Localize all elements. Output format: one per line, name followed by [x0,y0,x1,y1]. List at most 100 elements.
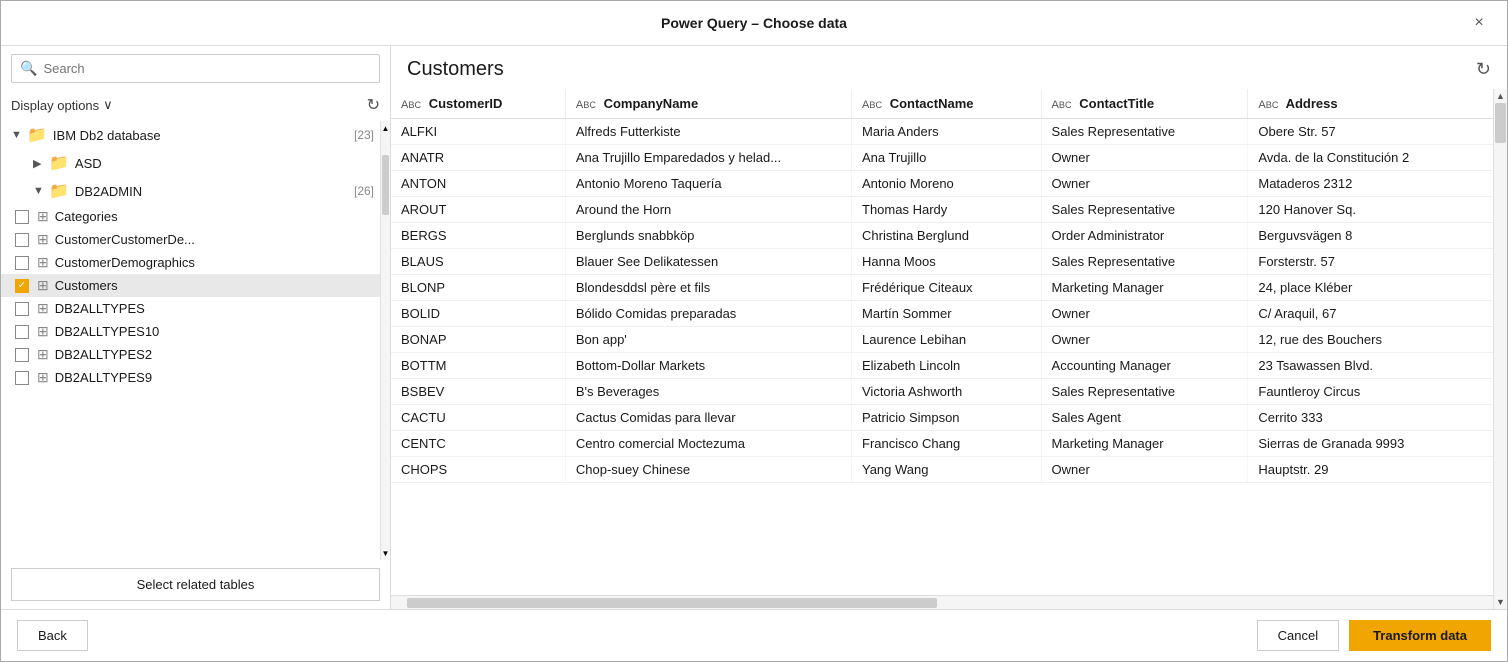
table-cell: Obere Str. 57 [1248,119,1493,145]
left-scroll-down[interactable]: ▼ [381,546,390,560]
table-cell: Marketing Manager [1041,275,1248,301]
table-item-customerdemographics[interactable]: ⊞ CustomerDemographics [1,251,380,274]
right-scroll-down[interactable]: ▼ [1494,595,1507,609]
table-label-db2alltypes10: DB2ALLTYPES10 [55,324,374,339]
search-bar[interactable]: 🔍 [11,54,380,83]
table-cell: Victoria Ashworth [852,379,1042,405]
table-label-customers: Customers [55,278,374,293]
table-cell: 24, place Kléber [1248,275,1493,301]
table-cell: Forsterstr. 57 [1248,249,1493,275]
tree-item-root[interactable]: ▼ 📁 IBM Db2 database [23] [1,121,380,149]
cancel-button[interactable]: Cancel [1257,620,1339,651]
toggle-icon-asd: ▶ [33,157,49,170]
select-related-tables-button[interactable]: Select related tables [11,568,380,601]
horizontal-scrollbar-thumb[interactable] [407,598,937,608]
table-item-db2alltypes2[interactable]: ⊞ DB2ALLTYPES2 [1,343,380,366]
tree-label-db2admin: DB2ADMIN [75,184,350,199]
tree-item-asd[interactable]: ▶ 📁 ASD [1,149,380,177]
transform-data-button[interactable]: Transform data [1349,620,1491,651]
table-icon-customercustomerde: ⊞ [37,231,49,248]
table-cell: Francisco Chang [852,431,1042,457]
checkbox-db2alltypes[interactable] [15,302,29,316]
table-item-categories[interactable]: ⊞ Categories [1,205,380,228]
table-item-db2alltypes[interactable]: ⊞ DB2ALLTYPES [1,297,380,320]
table-cell: Owner [1041,327,1248,353]
table-cell: Bottom-Dollar Markets [565,353,851,379]
table-row: CACTUCactus Comidas para llevarPatricio … [391,405,1493,431]
folder-icon: 📁 [27,125,47,145]
checkbox-db2alltypes10[interactable] [15,325,29,339]
tree-label-asd: ASD [75,156,374,171]
table-cell: BLAUS [391,249,565,275]
col-header-companyname: ABC CompanyName [565,89,851,119]
checkbox-db2alltypes9[interactable] [15,371,29,385]
table-cell: Martín Sommer [852,301,1042,327]
table-cell: Alfreds Futterkiste [565,119,851,145]
table-cell: BLONP [391,275,565,301]
col-type-icon-contactname: ABC [862,99,882,111]
table-icon-categories: ⊞ [37,208,49,225]
tree-scroll-area: ▼ 📁 IBM Db2 database [23] ▶ 📁 ASD ▼ [1,121,390,560]
table-row: BLONPBlondesddsl père et filsFrédérique … [391,275,1493,301]
checkbox-customercustomerde[interactable] [15,233,29,247]
table-cell: BONAP [391,327,565,353]
table-cell: Sales Representative [1041,379,1248,405]
table-cell: Berglunds snabbköp [565,223,851,249]
table-cell: 23 Tsawassen Blvd. [1248,353,1493,379]
table-cell: Cactus Comidas para llevar [565,405,851,431]
table-cell: Antonio Moreno [852,171,1042,197]
display-options-button[interactable]: Display options ∨ [11,97,113,113]
table-cell: Accounting Manager [1041,353,1248,379]
table-icon-db2alltypes: ⊞ [37,300,49,317]
table-cell: Avda. de la Constitución 2 [1248,145,1493,171]
display-options-bar: Display options ∨ ↻ [1,91,390,121]
table-item-customercustomerde[interactable]: ⊞ CustomerCustomerDe... [1,228,380,251]
checkbox-categories[interactable] [15,210,29,224]
table-scroll-area[interactable]: ABC CustomerID ABC CompanyName ABC [391,89,1493,595]
horizontal-scrollbar-track[interactable] [391,595,1493,609]
dialog-title: Power Query – Choose data [41,15,1467,31]
table-cell: Centro comercial Moctezuma [565,431,851,457]
table-row: ANTONAntonio Moreno TaqueríaAntonio More… [391,171,1493,197]
table-header-row: ABC CustomerID ABC CompanyName ABC [391,89,1493,119]
tree-item-db2admin[interactable]: ▼ 📁 DB2ADMIN [26] [1,177,380,205]
left-scroll-thumb-area [381,135,390,546]
tree-content: ▼ 📁 IBM Db2 database [23] ▶ 📁 ASD ▼ [1,121,380,560]
right-refresh-button[interactable]: ↻ [1476,59,1491,80]
table-cell: Marketing Manager [1041,431,1248,457]
right-panel-title: Customers [407,58,504,81]
left-scroll-up[interactable]: ▲ [381,121,390,135]
table-label-db2alltypes2: DB2ALLTYPES2 [55,347,374,362]
close-button[interactable]: × [1467,11,1491,35]
table-cell: 12, rue des Bouchers [1248,327,1493,353]
col-label-companyname: CompanyName [604,96,699,111]
table-cell: Sales Agent [1041,405,1248,431]
table-cell: Chop-suey Chinese [565,457,851,483]
checkbox-customers[interactable] [15,279,29,293]
col-type-icon-address: ABC [1258,99,1278,111]
table-cell: Elizabeth Lincoln [852,353,1042,379]
checkbox-customerdemographics[interactable] [15,256,29,270]
table-row: BERGSBerglunds snabbköpChristina Berglun… [391,223,1493,249]
table-item-db2alltypes10[interactable]: ⊞ DB2ALLTYPES10 [1,320,380,343]
footer-right: Cancel Transform data [1257,620,1491,651]
table-cell: Bon app' [565,327,851,353]
table-cell: Ana Trujillo Emparedados y helad... [565,145,851,171]
table-cell: Order Administrator [1041,223,1248,249]
table-icon-db2alltypes9: ⊞ [37,369,49,386]
table-item-db2alltypes9[interactable]: ⊞ DB2ALLTYPES9 [1,366,380,389]
table-cell: C/ Araquil, 67 [1248,301,1493,327]
display-options-label: Display options [11,98,99,113]
table-cell: CHOPS [391,457,565,483]
table-item-customers[interactable]: ⊞ Customers [1,274,380,297]
left-refresh-button[interactable]: ↻ [367,95,380,115]
back-button[interactable]: Back [17,620,88,651]
right-vertical-scrollbar: ▲ ▼ [1493,89,1507,609]
checkbox-db2alltypes2[interactable] [15,348,29,362]
table-icon-customers: ⊞ [37,277,49,294]
toggle-icon-db2admin: ▼ [33,185,49,197]
right-scroll-up[interactable]: ▲ [1494,89,1507,103]
table-cell: Hauptstr. 29 [1248,457,1493,483]
table-row: CENTCCentro comercial MoctezumaFrancisco… [391,431,1493,457]
search-input[interactable] [43,61,371,76]
